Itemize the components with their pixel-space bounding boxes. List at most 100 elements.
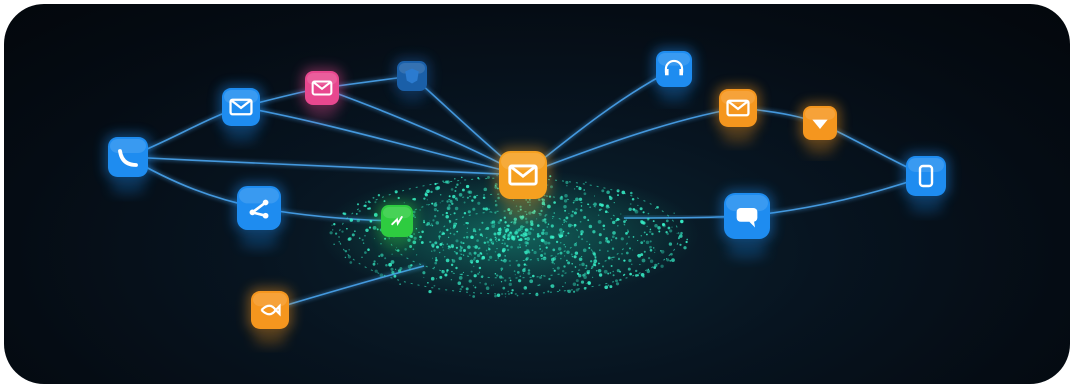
particle — [478, 271, 481, 273]
particle — [617, 194, 619, 197]
particle — [447, 208, 449, 210]
particle — [564, 246, 567, 248]
particle — [488, 244, 490, 246]
particle — [607, 284, 610, 287]
signal-icon — [378, 202, 416, 251]
particle — [641, 258, 646, 263]
particle — [518, 279, 522, 283]
particle — [510, 221, 513, 224]
particle — [654, 249, 656, 251]
particle — [525, 286, 527, 288]
particle — [397, 269, 402, 273]
particle — [493, 232, 497, 236]
particle — [354, 230, 356, 232]
particle — [426, 189, 430, 194]
particle — [612, 231, 616, 235]
particle — [660, 264, 664, 268]
particle — [365, 201, 367, 203]
particle — [507, 237, 510, 241]
particle — [519, 275, 522, 278]
particle — [468, 252, 472, 255]
particle — [679, 234, 683, 238]
particle — [455, 266, 458, 270]
particle — [497, 253, 501, 258]
particle — [637, 254, 639, 257]
headset-icon — [653, 48, 695, 103]
particle — [669, 229, 673, 233]
particle — [585, 264, 588, 267]
particle — [516, 294, 519, 297]
particle — [547, 204, 551, 209]
particle — [461, 285, 464, 289]
particle — [372, 262, 376, 266]
particle — [463, 236, 466, 239]
particle — [502, 239, 505, 242]
particle — [431, 243, 435, 247]
particle — [617, 225, 619, 227]
particle — [563, 199, 568, 203]
particle — [640, 272, 645, 277]
particle — [518, 238, 521, 242]
particle — [590, 249, 593, 251]
particle — [492, 243, 494, 245]
particle — [649, 228, 652, 231]
particle — [547, 290, 550, 293]
particle — [573, 223, 577, 227]
particle — [517, 246, 520, 249]
particle — [613, 201, 615, 204]
particle — [468, 279, 472, 283]
particle — [529, 227, 533, 231]
particle — [607, 240, 610, 244]
particle — [623, 220, 626, 223]
particle — [567, 289, 571, 294]
particle — [444, 256, 446, 258]
particle — [416, 254, 418, 256]
particle — [379, 273, 384, 278]
particle — [618, 258, 620, 261]
particle — [612, 274, 615, 277]
particle — [393, 274, 397, 278]
particle — [646, 233, 648, 236]
particle — [631, 263, 633, 265]
particle — [539, 235, 541, 237]
particle — [612, 256, 615, 259]
particle — [496, 248, 498, 250]
particle — [391, 253, 393, 255]
particle — [525, 220, 529, 224]
particle — [479, 233, 483, 237]
mail-orange-icon — [716, 86, 760, 144]
particle — [565, 216, 569, 220]
particle — [522, 233, 526, 238]
particle — [495, 239, 497, 241]
particle — [567, 261, 571, 265]
particle — [542, 228, 545, 232]
particle — [503, 216, 506, 219]
particle — [588, 270, 591, 272]
particle — [522, 272, 525, 274]
particle — [526, 237, 530, 241]
particle — [476, 239, 479, 242]
particle — [608, 195, 611, 198]
particle — [504, 233, 506, 236]
particle — [435, 257, 437, 259]
particle — [466, 196, 469, 199]
particle — [527, 231, 532, 236]
particle — [463, 201, 466, 204]
particle — [376, 263, 379, 265]
particle — [646, 217, 650, 221]
particle — [566, 185, 568, 187]
particle — [484, 207, 489, 211]
particle — [504, 221, 507, 224]
particle — [574, 266, 577, 268]
particle — [494, 203, 498, 207]
particle — [540, 274, 543, 277]
particle — [607, 250, 609, 252]
particle — [458, 256, 463, 261]
particle — [580, 280, 585, 284]
particle — [483, 187, 488, 192]
particle — [645, 240, 650, 245]
particle — [564, 255, 566, 257]
particle — [640, 241, 644, 245]
particle — [426, 204, 428, 206]
particle — [437, 210, 439, 212]
